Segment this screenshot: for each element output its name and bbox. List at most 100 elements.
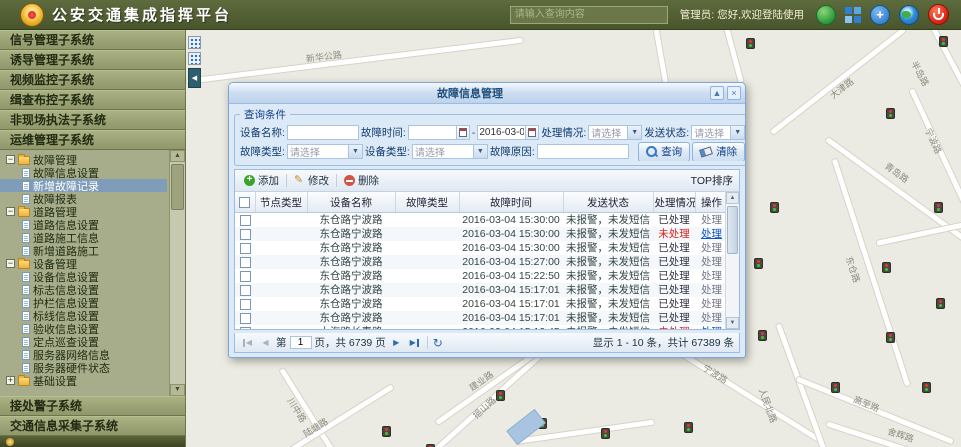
tree-toggle-icon[interactable] [6,155,15,164]
traffic-signal-icon[interactable] [882,262,891,273]
prev-page-button[interactable]: ◀ [258,336,273,350]
map-grid-tool-icon[interactable] [188,52,201,65]
traffic-signal-icon[interactable] [939,36,948,47]
tree-scrollbar[interactable]: ▲ ▼ [169,150,185,396]
v-scroll-thumb[interactable] [727,206,738,254]
header-search-input[interactable] [510,6,668,24]
col-node-type[interactable]: 节点类型 [255,192,307,213]
row-action-link[interactable]: 处理 [701,298,722,310]
traffic-signal-icon[interactable] [934,202,943,213]
next-page-button[interactable]: ▶ [389,336,404,350]
tree-item[interactable]: 服务器硬件状态 [0,361,167,374]
top-sort-button[interactable]: TOP排序 [691,173,733,188]
tree-scroll-track[interactable] [170,162,185,384]
scroll-down-icon[interactable]: ▼ [726,317,739,329]
table-row[interactable]: 东仓路宁波路 2016-03-04 15:17:01 未报警，未发短信 已处理 … [235,297,725,311]
delete-record-button[interactable]: 删除 [341,172,382,189]
power-logout-icon[interactable] [928,4,949,25]
scroll-down-icon[interactable]: ▼ [170,384,185,396]
row-checkbox[interactable] [240,215,251,226]
traffic-signal-icon[interactable] [831,382,840,393]
row-action-link[interactable]: 处理 [701,326,722,329]
sidebar-subsystem-item[interactable]: 诱导管理子系统 [0,50,185,70]
table-row[interactable]: 上海路长春路 2016-03-04 15:13:45 未报警，未发短信 未处理 … [235,325,725,329]
tree-toggle-icon[interactable] [6,207,15,216]
tree-item[interactable]: 新增故障记录 [0,179,167,192]
col-fault-time[interactable]: 故障时间 [459,192,563,213]
calendar-icon[interactable] [456,126,469,139]
page-number-input[interactable] [290,336,312,349]
table-row[interactable]: 东仓路宁波路 2016-03-04 15:27:00 未报警，未发短信 已处理 … [235,255,725,269]
traffic-signal-icon[interactable] [684,422,693,433]
fault-time-from-input[interactable] [409,127,456,138]
table-row[interactable]: 东仓路宁波路 2016-03-04 15:17:01 未报警，未发短信 已处理 … [235,283,725,297]
traffic-signal-icon[interactable] [886,332,895,343]
col-send-status[interactable]: 发送状态 [563,192,653,213]
apps-grid-icon[interactable] [845,7,861,23]
device-type-select[interactable]: 请选择 ▼ [412,144,488,159]
traffic-signal-icon[interactable] [496,390,505,401]
row-checkbox[interactable] [240,285,251,296]
device-name-input[interactable] [287,125,359,140]
traffic-signal-icon[interactable] [936,298,945,309]
sidebar-subsystem-item[interactable]: 视频监控子系统 [0,70,185,90]
earth-icon[interactable] [899,5,919,25]
handle-status-select[interactable]: 请选择 ▼ [588,125,642,140]
tree-item[interactable]: 故障报表 [0,192,167,205]
sidebar-subsystem-item[interactable]: 运维管理子系统 [0,130,185,150]
vertical-scrollbar[interactable]: ▲ ▼ [725,192,739,329]
dialog-close-icon[interactable]: × [727,86,741,100]
table-row[interactable]: 东仓路宁波路 2016-03-04 15:30:00 未报警，未发短信 未处理 … [235,227,725,241]
clear-button[interactable]: 清除 [692,142,745,161]
table-row[interactable]: 东仓路宁波路 2016-03-04 15:22:50 未报警，未发短信 已处理 … [235,269,725,283]
select-all-checkbox[interactable] [239,197,250,208]
row-action-link[interactable]: 处理 [701,270,722,282]
traffic-signal-icon[interactable] [601,428,610,439]
row-action-link[interactable]: 处理 [701,242,722,254]
tree-toggle-icon[interactable] [6,376,15,385]
dialog-collapse-icon[interactable]: ▲ [710,86,724,100]
row-checkbox[interactable] [240,313,251,324]
row-action-link[interactable]: 处理 [701,284,722,296]
map-canvas[interactable]: 新华公路大津路半岛路青岛路宁波路东仓路宁波路人民北路高至路舍辉路挹山路川中路陆塘… [186,30,961,447]
row-action-link[interactable]: 处理 [701,228,722,240]
last-page-button[interactable]: ▶ [407,336,422,350]
row-checkbox[interactable] [240,271,251,282]
traffic-signal-icon[interactable] [886,108,895,119]
tree-item[interactable]: 基础设置 [0,374,167,387]
row-checkbox[interactable] [240,327,251,329]
add-record-button[interactable]: 添加 [241,172,282,189]
row-action-link[interactable]: 处理 [701,214,722,226]
calendar-icon[interactable] [525,126,538,139]
v-scroll-track[interactable] [726,204,739,317]
row-action-link[interactable]: 处理 [701,256,722,268]
traffic-signal-icon[interactable] [754,258,763,269]
sidebar-subsystem-item[interactable]: 交通信息采集子系统 [0,416,185,436]
row-checkbox[interactable] [240,243,251,254]
tree-item[interactable]: 新增道路施工 [0,244,167,257]
collapse-panel-arrow-icon[interactable]: ◀ [188,68,201,88]
map-grid-tool-icon[interactable] [188,36,201,49]
tree-scroll-thumb[interactable] [171,164,184,210]
sidebar-subsystem-item[interactable]: 接处警子系统 [0,396,185,416]
fault-time-to-input[interactable] [478,127,525,138]
send-status-select[interactable]: 请选择 ▼ [691,125,745,140]
table-row[interactable]: 东仓路宁波路 2016-03-04 15:17:01 未报警，未发短信 已处理 … [235,311,725,325]
traffic-signal-icon[interactable] [382,426,391,437]
query-button[interactable]: 查询 [638,142,690,161]
tree-toggle-icon[interactable] [6,259,15,268]
col-device-name[interactable]: 设备名称 [307,192,395,213]
row-checkbox[interactable] [240,229,251,240]
traffic-signal-icon[interactable] [770,202,779,213]
globe-icon[interactable] [816,5,836,25]
sidebar-subsystem-item[interactable]: 非现场执法子系统 [0,110,185,130]
traffic-signal-icon[interactable] [758,330,767,341]
table-row[interactable]: 东仓路宁波路 2016-03-04 15:30:00 未报警，未发短信 已处理 … [235,213,725,228]
edit-record-button[interactable]: 修改 [291,172,332,189]
fault-type-select[interactable]: 请选择 ▼ [287,144,363,159]
scroll-up-icon[interactable]: ▲ [726,192,739,204]
col-handle-status[interactable]: 处理情况 [653,192,695,213]
dialog-titlebar[interactable]: 故障信息管理 ▲ × [229,83,745,104]
refresh-icon[interactable]: ↻ [433,337,443,349]
row-action-link[interactable]: 处理 [701,312,722,324]
